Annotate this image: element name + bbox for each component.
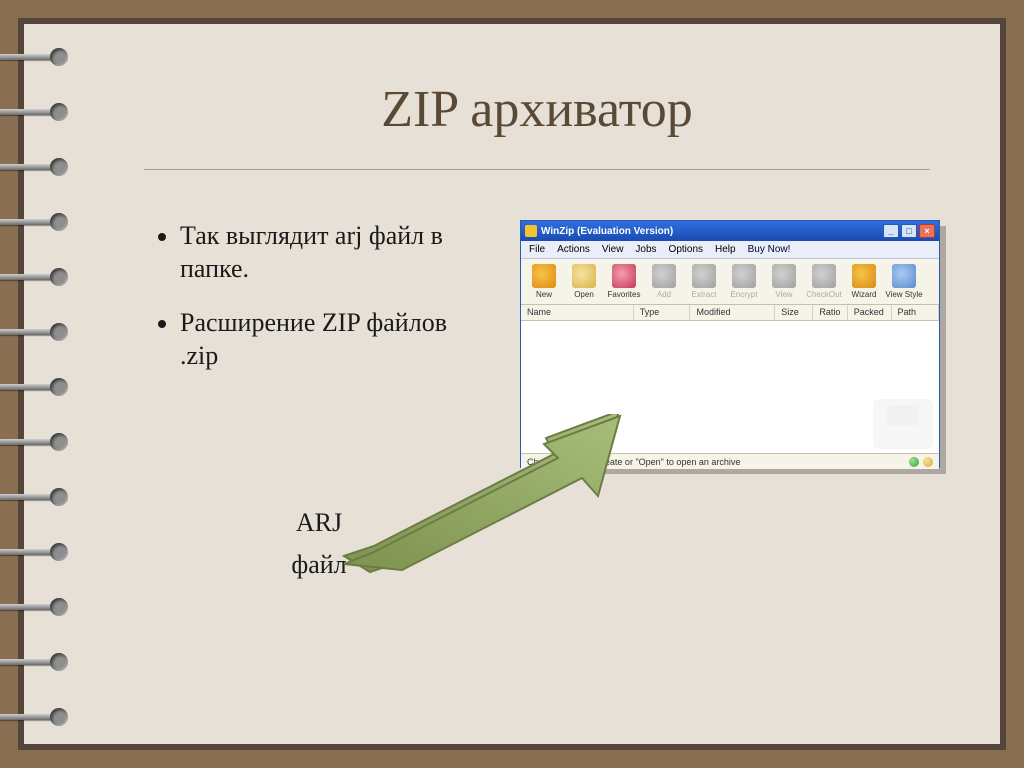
winzip-status-text: Choose "New" to create or "Open" to open… <box>527 457 740 467</box>
bullet-list: Так выглядит arj файл в папке. Расширени… <box>154 220 484 372</box>
winzip-app-icon <box>525 225 537 237</box>
status-yellow-icon <box>923 457 933 467</box>
menu-jobs[interactable]: Jobs <box>635 244 656 255</box>
menu-file[interactable]: File <box>529 244 545 255</box>
fav-icon <box>612 264 636 288</box>
winzip-titlebar: WinZip (Evaluation Version) _ □ × <box>521 221 939 241</box>
toolbar-fav-button[interactable]: Favorites <box>605 264 643 299</box>
toolbar-wizard-button[interactable]: Wizard <box>845 264 883 299</box>
winzip-watermark-icon <box>873 399 933 449</box>
column-header-ratio[interactable]: Ratio <box>813 305 847 320</box>
column-header-packed[interactable]: Packed <box>848 305 892 320</box>
slide-body: Так выглядит arj файл в папке. Расширени… <box>24 170 1000 585</box>
status-green-icon <box>909 457 919 467</box>
menu-options[interactable]: Options <box>669 244 703 255</box>
menu-actions[interactable]: Actions <box>557 244 590 255</box>
add-icon <box>652 264 676 288</box>
winzip-window: WinZip (Evaluation Version) _ □ × File A… <box>520 220 940 468</box>
toolbar-encrypt-button: Encrypt <box>725 264 763 299</box>
toolbar-label: New <box>536 290 552 299</box>
winzip-menubar: File Actions View Jobs Options Help Buy … <box>521 241 939 259</box>
minimize-button[interactable]: _ <box>883 224 899 238</box>
encrypt-icon <box>732 264 756 288</box>
arj-caption-line1: ARJ <box>154 502 484 544</box>
winzip-statusbar: Choose "New" to create or "Open" to open… <box>521 453 939 469</box>
slide-title: ZIP архиватор <box>381 81 693 138</box>
title-area: ZIP архиватор <box>144 24 930 170</box>
right-column: WinZip (Evaluation Version) _ □ × File A… <box>520 220 950 510</box>
winzip-file-area <box>521 321 939 453</box>
toolbar-style-button[interactable]: View Style <box>885 264 923 299</box>
wizard-icon <box>852 264 876 288</box>
toolbar-label: Wizard <box>852 290 877 299</box>
toolbar-label: Add <box>657 290 671 299</box>
view-icon <box>772 264 796 288</box>
checkout-icon <box>812 264 836 288</box>
arj-caption-line2: файл <box>154 544 484 586</box>
toolbar-label: Favorites <box>608 290 641 299</box>
toolbar-checkout-button: CheckOut <box>805 264 843 299</box>
column-header-name[interactable]: Name <box>521 305 634 320</box>
toolbar-label: Encrypt <box>730 290 757 299</box>
toolbar-label: Extract <box>692 290 717 299</box>
arj-caption: ARJ файл <box>154 502 484 585</box>
toolbar-extract-button: Extract <box>685 264 723 299</box>
column-header-type[interactable]: Type <box>634 305 691 320</box>
left-column: Так выглядит arj файл в папке. Расширени… <box>154 220 484 585</box>
open-icon <box>572 264 596 288</box>
winzip-title: WinZip (Evaluation Version) <box>541 226 673 237</box>
slide-content: ZIP архиватор Так выглядит arj файл в па… <box>24 24 1000 744</box>
bullet-item: Расширение ZIP файлов .zip <box>180 307 484 372</box>
style-icon <box>892 264 916 288</box>
winzip-toolbar: New Open Favorites Add Extract Encrypt View Che… <box>521 259 939 305</box>
extract-icon <box>692 264 716 288</box>
column-header-modified[interactable]: Modified <box>690 305 775 320</box>
close-button[interactable]: × <box>919 224 935 238</box>
slide-outer-frame: ZIP архиватор Так выглядит arj файл в па… <box>0 0 1024 768</box>
toolbar-new-button[interactable]: New <box>525 264 563 299</box>
toolbar-view-button: View <box>765 264 803 299</box>
toolbar-open-button[interactable]: Open <box>565 264 603 299</box>
toolbar-label: View <box>775 290 792 299</box>
bullet-item: Так выглядит arj файл в папке. <box>180 220 484 285</box>
menu-buy-now[interactable]: Buy Now! <box>748 244 791 255</box>
column-header-size[interactable]: Size <box>775 305 813 320</box>
column-header-path[interactable]: Path <box>892 305 939 320</box>
toolbar-add-button: Add <box>645 264 683 299</box>
toolbar-label: CheckOut <box>806 290 842 299</box>
maximize-button[interactable]: □ <box>901 224 917 238</box>
menu-help[interactable]: Help <box>715 244 736 255</box>
toolbar-label: Open <box>574 290 594 299</box>
new-icon <box>532 264 556 288</box>
slide-inner-frame: ZIP архиватор Так выглядит arj файл в па… <box>18 18 1006 750</box>
menu-view[interactable]: View <box>602 244 624 255</box>
winzip-column-headers: NameTypeModifiedSizeRatioPackedPath <box>521 305 939 321</box>
toolbar-label: View Style <box>885 290 922 299</box>
